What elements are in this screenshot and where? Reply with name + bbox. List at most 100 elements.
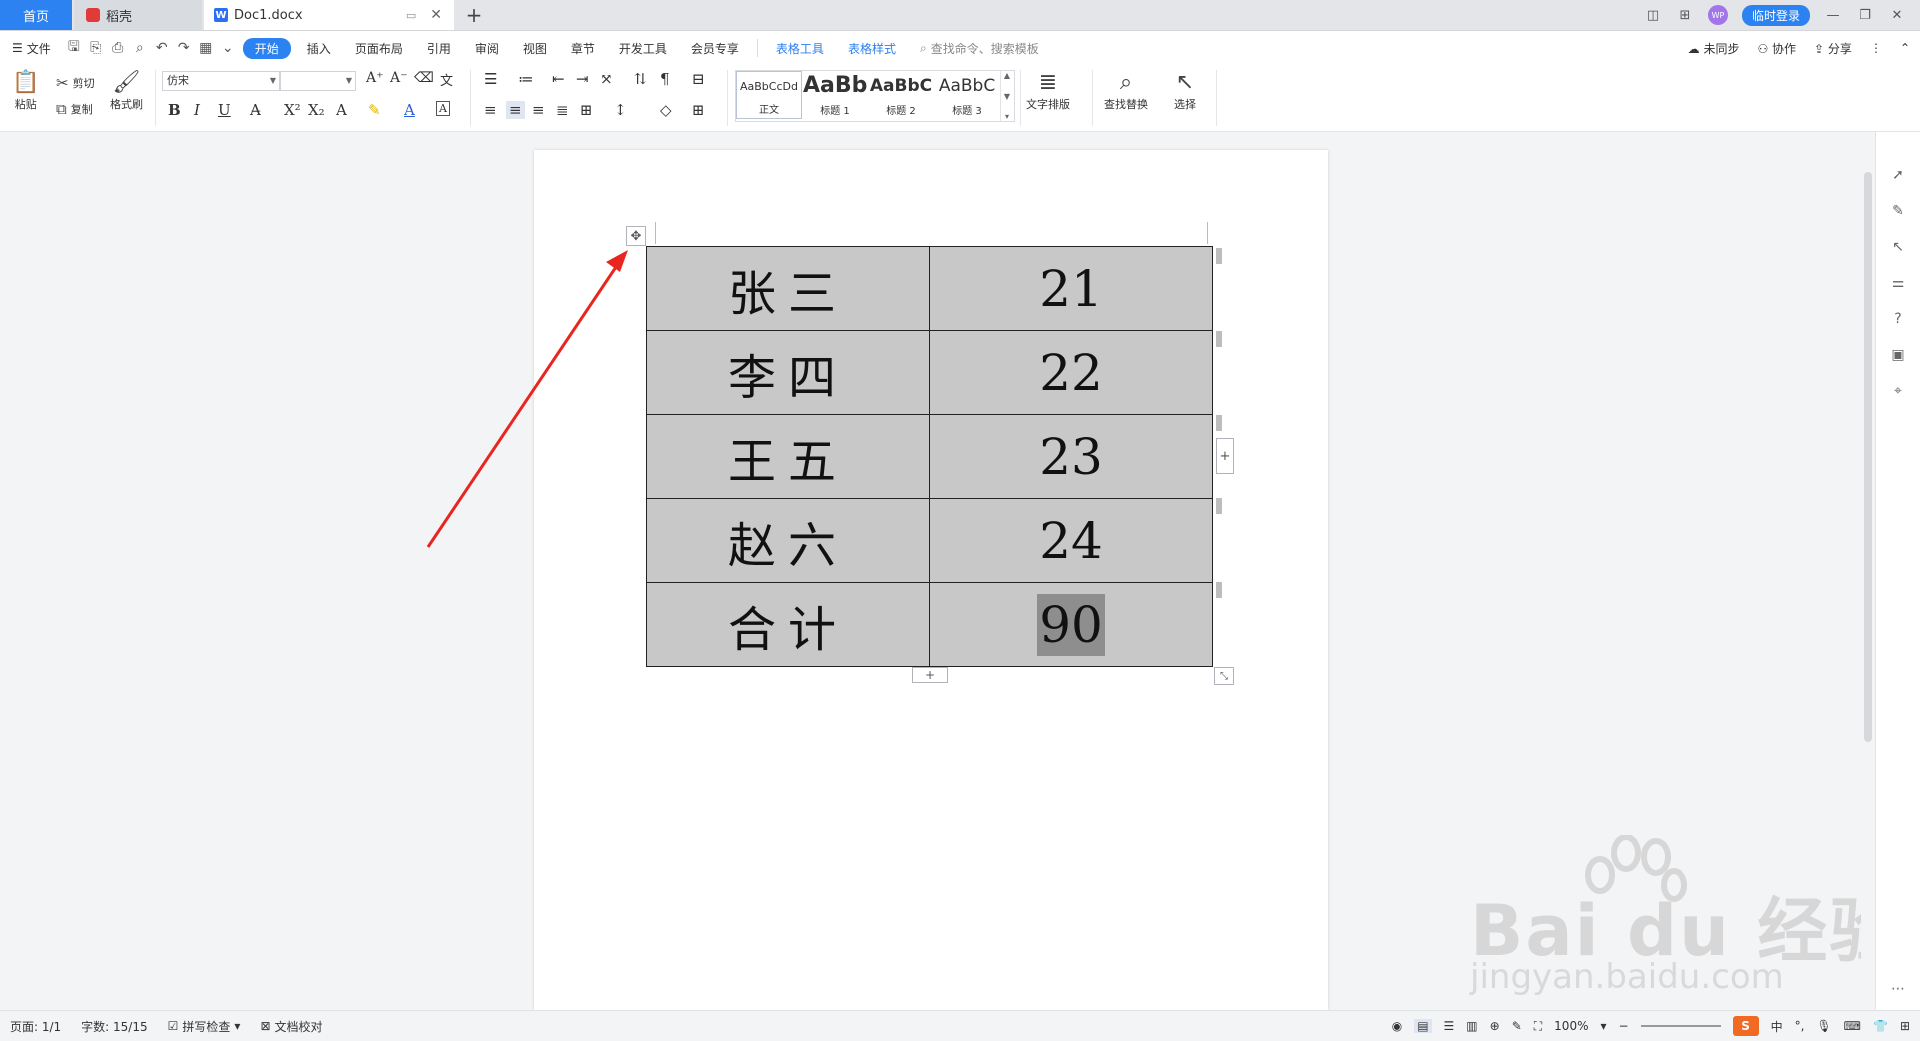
zoom-level[interactable]: 100% xyxy=(1554,1019,1588,1033)
find-replace-button[interactable]: ⌕ 查找替换 xyxy=(1104,70,1148,112)
share-button[interactable]: ⇪ 分享 xyxy=(1814,40,1852,57)
tab-daoke[interactable]: 稻壳 xyxy=(74,0,202,30)
style-heading-3[interactable]: AaBbC 标题 3 xyxy=(934,71,1000,119)
distribute-icon[interactable]: ⊞ xyxy=(580,101,593,119)
row-grip[interactable] xyxy=(1216,582,1222,598)
paste-button[interactable]: 📋 粘贴 xyxy=(12,70,39,112)
table-cell-value[interactable]: 24 xyxy=(929,498,1213,583)
image-edit-icon[interactable]: ▣ xyxy=(1889,346,1907,364)
grow-font-icon[interactable]: A⁺ xyxy=(366,70,384,86)
page-view-icon[interactable]: ▤ xyxy=(1414,1019,1432,1033)
style-normal[interactable]: AaBbCcDd 正文 xyxy=(736,71,802,119)
row-grip[interactable] xyxy=(1216,415,1222,431)
increase-indent-icon[interactable]: ⇥ xyxy=(576,70,589,88)
tab-chapter[interactable]: 章节 xyxy=(559,40,607,57)
tab-document[interactable]: W Doc1.docx ▭ ✕ xyxy=(204,0,454,30)
align-right-icon[interactable]: ≡ xyxy=(532,101,545,119)
table-cell-value[interactable]: 22 xyxy=(929,330,1213,415)
word-count[interactable]: 字数: 15/15 xyxy=(71,1018,157,1035)
customize-chevron-icon[interactable]: ⌄ xyxy=(217,37,239,59)
tab-table-style[interactable]: 表格样式 xyxy=(836,40,908,57)
underline-icon[interactable]: U xyxy=(218,101,231,119)
justify-icon[interactable]: ≣ xyxy=(556,101,569,119)
text-layout-button[interactable]: ≣ 文字排版 xyxy=(1026,70,1070,112)
restore-icon[interactable]: ❐ xyxy=(1856,6,1874,24)
quick-access-more-icon[interactable]: ▦ xyxy=(195,37,217,59)
draw-view-icon[interactable]: ✎ xyxy=(1512,1019,1522,1033)
table-cell-value[interactable]: 23 xyxy=(929,414,1213,499)
decrease-indent-icon[interactable]: ⇤ xyxy=(552,70,565,88)
export-pdf-icon[interactable]: ⎘ xyxy=(85,37,107,59)
collab-button[interactable]: ⚇ 协作 xyxy=(1757,40,1796,57)
cut-button[interactable]: ✂ 剪切 xyxy=(56,74,95,92)
command-search[interactable]: ⌕ 查找命令、搜索模板 xyxy=(908,40,1051,57)
web-view-icon[interactable]: ⊕ xyxy=(1490,1019,1500,1033)
zoom-out-icon[interactable]: − xyxy=(1619,1019,1629,1033)
table-move-icon[interactable]: ✥ xyxy=(626,226,646,246)
add-column-button[interactable]: + xyxy=(1216,438,1234,474)
selected-text[interactable]: 90 xyxy=(1037,593,1105,656)
style-heading-1[interactable]: AaBb 标题 1 xyxy=(802,71,868,119)
table-resize-icon[interactable]: ⤡ xyxy=(1214,667,1234,685)
chinese-layout-icon[interactable]: ⤧ xyxy=(600,70,613,88)
tab-developer[interactable]: 开发工具 xyxy=(607,40,679,57)
temp-login-button[interactable]: 临时登录 xyxy=(1741,4,1810,26)
row-grip[interactable] xyxy=(1216,498,1222,514)
shrink-font-icon[interactable]: A⁻ xyxy=(390,70,408,86)
undo-icon[interactable]: ↶ xyxy=(151,37,173,59)
tab-start[interactable]: 开始 xyxy=(242,37,291,59)
redo-icon[interactable]: ↷ xyxy=(173,37,195,59)
style-heading-2[interactable]: AaBbC 标题 2 xyxy=(868,71,934,119)
paragraph-mark-icon[interactable]: ¶ xyxy=(660,70,670,88)
clear-format-icon[interactable]: ⌫ xyxy=(414,70,434,86)
table-cell-name[interactable]: 王五 xyxy=(646,414,930,499)
tab-page-layout[interactable]: 页面布局 xyxy=(343,40,415,57)
pointer-icon[interactable]: ↖ xyxy=(1889,238,1907,256)
font-name-select[interactable]: 仿宋 ▼ xyxy=(162,71,280,91)
sync-status[interactable]: ☁ 未同步 xyxy=(1688,40,1740,57)
file-menu[interactable]: ☰ 文件 xyxy=(0,40,63,57)
location-icon[interactable]: ⌖ xyxy=(1889,382,1907,400)
layout-toggle-icon[interactable]: ◫ xyxy=(1644,6,1662,24)
chevron-down-icon[interactable]: ▾ xyxy=(1600,1019,1606,1033)
print-icon[interactable]: ⎙ xyxy=(107,37,129,59)
table-cell-value[interactable]: 21 xyxy=(929,246,1213,331)
bullets-icon[interactable]: ☰ xyxy=(484,70,497,88)
copy-button[interactable]: ⧉ 复制 xyxy=(56,100,93,118)
row-grip[interactable] xyxy=(1216,248,1222,264)
avatar[interactable]: WP xyxy=(1707,5,1728,25)
sort-icon[interactable]: ⇅ xyxy=(634,70,647,88)
tab-review[interactable]: 审阅 xyxy=(463,40,511,57)
outline-view-icon[interactable]: ☰ xyxy=(1444,1019,1455,1033)
read-view-icon[interactable]: ▥ xyxy=(1466,1019,1477,1033)
table-cell-name[interactable]: 合计 xyxy=(646,582,930,667)
select-button[interactable]: ↖ 选择 xyxy=(1174,70,1196,112)
close-tab-icon[interactable]: ✕ xyxy=(430,7,442,23)
doc-proof-button[interactable]: ⊠ 文档校对 xyxy=(250,1018,332,1035)
tab-home[interactable]: 首页 xyxy=(0,0,72,30)
toolbox-icon[interactable]: ⊞ xyxy=(1900,1019,1910,1033)
sogou-ime-icon[interactable]: S xyxy=(1732,1016,1759,1036)
font-size-select[interactable]: ▼ xyxy=(280,71,356,91)
collapse-ribbon-icon[interactable]: ⌃ xyxy=(1900,41,1910,55)
more-menu-icon[interactable]: ⋮ xyxy=(1870,41,1882,55)
subscript-icon[interactable]: X₂ xyxy=(308,101,325,119)
table-cell-name[interactable]: 赵六 xyxy=(646,498,930,583)
scrollbar-thumb[interactable] xyxy=(1864,172,1872,742)
vertical-scrollbar[interactable] xyxy=(1861,132,1875,1010)
superscript-icon[interactable]: X² xyxy=(284,101,301,119)
align-center-icon[interactable]: ≡ xyxy=(506,101,525,119)
style-gallery-scroll[interactable]: ▲ ▼ ▾ xyxy=(1000,71,1013,121)
ime-mode[interactable]: 中 xyxy=(1771,1018,1783,1035)
line-spacing-icon[interactable]: ↕ xyxy=(614,101,627,119)
eye-protect-icon[interactable]: ◉ xyxy=(1392,1019,1402,1033)
spell-check-toggle[interactable]: ☑ 拼写检查 ▾ xyxy=(158,1018,251,1035)
tab-table-tools[interactable]: 表格工具 xyxy=(764,40,836,57)
tab-insert[interactable]: 插入 xyxy=(295,40,343,57)
page-count[interactable]: 页面: 1/1 xyxy=(0,1018,71,1035)
numbering-icon[interactable]: ≔ xyxy=(518,70,534,88)
text-effect-icon[interactable]: A xyxy=(336,101,347,119)
shirt-skin-icon[interactable]: 👕 xyxy=(1873,1019,1888,1033)
tab-member[interactable]: 会员专享 xyxy=(679,40,751,57)
keyboard-icon[interactable]: ⌨ xyxy=(1844,1019,1861,1033)
